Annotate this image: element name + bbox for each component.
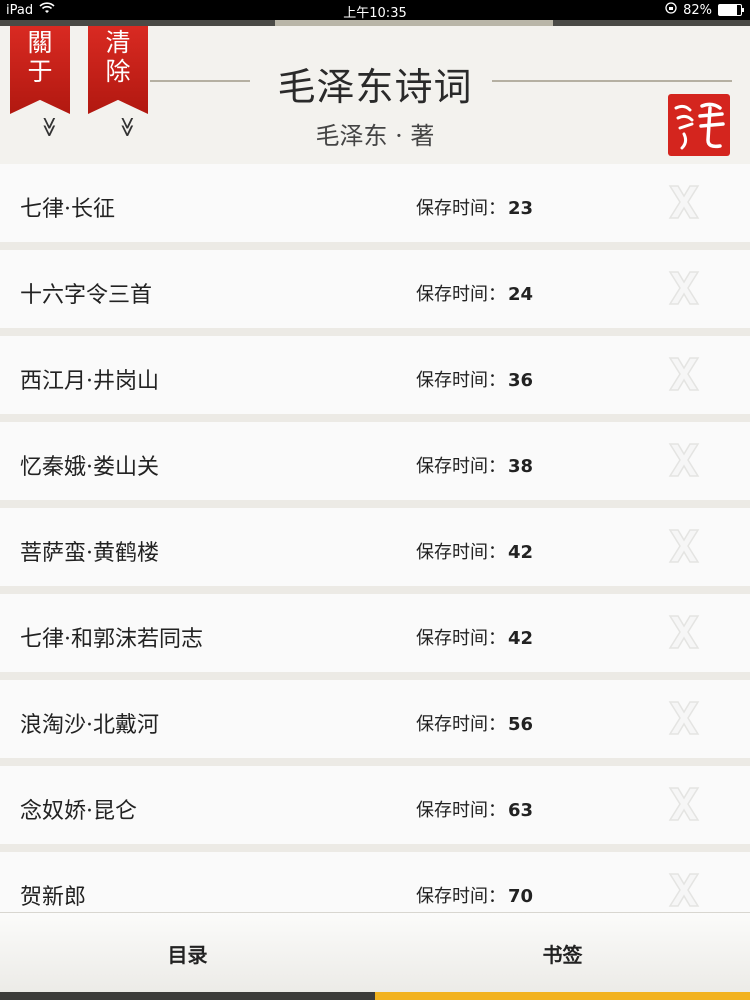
bookmark-title: 七律·长征 [20, 197, 115, 222]
list-item[interactable]: 七律·长征 保存时间： 23 [0, 164, 750, 250]
tab-indicator [0, 992, 750, 1000]
bookmark-title: 西江月·井岗山 [20, 369, 159, 394]
saved-time-label: 保存时间： [416, 542, 506, 563]
bookmark-title: 贺新郎 [20, 885, 87, 910]
delete-icon[interactable] [664, 182, 704, 222]
saved-time-label: 保存时间： [416, 198, 506, 219]
list-item[interactable]: 西江月·井岗山 保存时间： 36 [0, 336, 750, 422]
saved-time: 保存时间： 63 [416, 796, 533, 822]
bookmark-list: 七律·长征 保存时间： 23 十六字令三首 保存时间： 24 西江月·井岗山 保… [0, 164, 750, 912]
clear-button-char-1: 清 [105, 28, 131, 57]
tab-toc[interactable]: 目录 [0, 913, 375, 993]
saved-time-value: 38 [508, 456, 534, 477]
chevron-down-icon[interactable]: ≫ [103, 112, 140, 142]
saved-time-label: 保存时间： [416, 714, 506, 735]
list-item[interactable]: 菩萨蛮·黄鹤楼 保存时间： 42 [0, 508, 750, 594]
about-button-char-2: 于 [27, 57, 53, 86]
delete-icon[interactable] [664, 526, 704, 566]
saved-time-label: 保存时间： [416, 800, 506, 821]
saved-time: 保存时间： 23 [416, 194, 533, 220]
saved-time: 保存时间： 42 [416, 538, 533, 564]
saved-time: 保存时间： 36 [416, 366, 533, 392]
delete-icon[interactable] [664, 268, 704, 308]
delete-icon[interactable] [664, 612, 704, 652]
orientation-lock-icon [665, 2, 677, 18]
bookmark-title: 浪淘沙·北戴河 [20, 713, 159, 738]
list-item[interactable]: 忆秦娥·娄山关 保存时间： 38 [0, 422, 750, 508]
saved-time: 保存时间： 70 [416, 882, 533, 908]
header: 毛泽东诗词 毛泽东 · 著 關 于 ≫ 清 除 ≫ [0, 26, 750, 164]
tab-bar: 目录 书签 [0, 912, 750, 993]
seal-icon [668, 94, 730, 156]
saved-time-label: 保存时间： [416, 284, 506, 305]
list-item[interactable]: 七律·和郭沫若同志 保存时间： 42 [0, 594, 750, 680]
delete-icon[interactable] [664, 698, 704, 738]
battery-percent: 82% [683, 2, 712, 18]
delete-icon[interactable] [664, 354, 704, 394]
saved-time-value: 70 [508, 886, 534, 907]
list-item[interactable]: 浪淘沙·北戴河 保存时间： 56 [0, 680, 750, 766]
bookmark-title: 念奴娇·昆仑 [20, 799, 137, 824]
bookmark-title: 十六字令三首 [20, 283, 153, 308]
bookmark-title: 忆秦娥·娄山关 [20, 455, 159, 480]
status-bar: iPad 上午10:35 82% [0, 0, 750, 21]
delete-icon[interactable] [664, 440, 704, 480]
bookmark-title: 菩萨蛮·黄鹤楼 [20, 541, 159, 566]
delete-icon[interactable] [664, 784, 704, 824]
saved-time: 保存时间： 24 [416, 280, 533, 306]
saved-time-label: 保存时间： [416, 628, 506, 649]
saved-time: 保存时间： 42 [416, 624, 533, 650]
saved-time-value: 24 [508, 284, 534, 305]
saved-time-label: 保存时间： [416, 456, 506, 477]
saved-time-value: 36 [508, 370, 534, 391]
saved-time-value: 42 [508, 542, 534, 563]
saved-time-label: 保存时间： [416, 370, 506, 391]
saved-time: 保存时间： 38 [416, 452, 533, 478]
chevron-down-icon[interactable]: ≫ [25, 112, 62, 142]
delete-icon[interactable] [664, 870, 704, 910]
list-item[interactable]: 贺新郎 保存时间： 70 [0, 852, 750, 912]
saved-time-label: 保存时间： [416, 886, 506, 907]
list-item[interactable]: 十六字令三首 保存时间： 24 [0, 250, 750, 336]
active-tab-indicator [375, 992, 750, 1000]
about-button-char-1: 關 [27, 28, 53, 57]
status-time: 上午10:35 [343, 6, 407, 21]
saved-time-value: 23 [508, 198, 534, 219]
saved-time-value: 42 [508, 628, 534, 649]
list-item[interactable]: 念奴娇·昆仑 保存时间： 63 [0, 766, 750, 852]
bookmark-title: 七律·和郭沫若同志 [20, 627, 203, 652]
saved-time: 保存时间： 56 [416, 710, 533, 736]
tab-bookmarks[interactable]: 书签 [375, 913, 750, 993]
saved-time-value: 56 [508, 714, 534, 735]
battery-icon [718, 4, 744, 16]
saved-time-value: 63 [508, 800, 534, 821]
clear-button-char-2: 除 [105, 57, 131, 86]
